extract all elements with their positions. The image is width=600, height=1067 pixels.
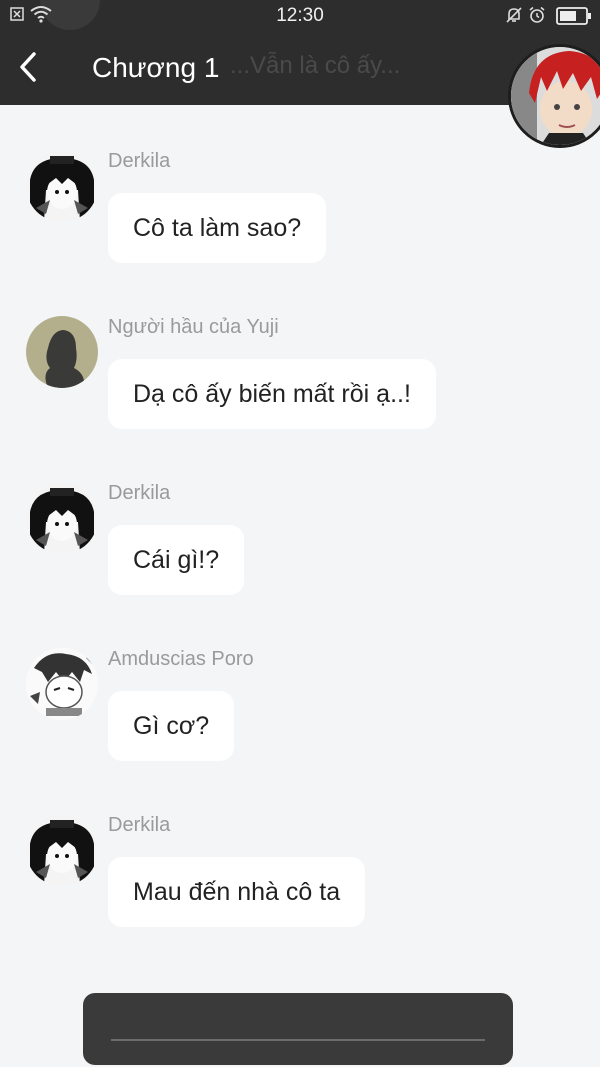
message-bubble[interactable]: Gì cơ? (108, 691, 235, 761)
silhouette-avatar-icon (26, 316, 98, 388)
message-item: Derkila Cô ta làm sao? (0, 105, 600, 263)
back-button[interactable] (14, 50, 42, 84)
message-item: Derkila Cái gì!? (0, 437, 600, 595)
derkila-avatar-icon (26, 814, 98, 886)
bell-off-icon (506, 7, 522, 23)
ghost-preview-text: ...Vẫn là cô ấy... (230, 52, 401, 79)
derkila-avatar-icon (26, 150, 98, 222)
sender-name: Derkila (108, 482, 171, 504)
message-item: Người hầu của Yuji Dạ cô ấy biến mất rồi… (0, 271, 600, 429)
battery-icon (556, 7, 591, 25)
status-bar: 12:30 (0, 0, 600, 32)
sender-name: Người hầu của Yuji (108, 316, 279, 338)
sender-avatar[interactable] (26, 648, 98, 720)
derkila-avatar-icon (26, 482, 98, 554)
sender-avatar[interactable] (26, 482, 98, 554)
message-bubble[interactable]: Mau đến nhà cô ta (108, 857, 366, 927)
sender-name: Derkila (108, 814, 171, 836)
alarm-icon (529, 6, 545, 23)
message-bubble[interactable]: Cái gì!? (108, 525, 245, 595)
reader-input-bar[interactable] (83, 993, 513, 1065)
red-hair-character-icon (511, 47, 600, 145)
sender-avatar[interactable] (26, 316, 98, 388)
sender-name: Amduscias Poro (108, 648, 254, 670)
chapter-title: Chương 1 (92, 52, 220, 83)
sender-avatar[interactable] (26, 150, 98, 222)
message-bubble[interactable]: Dạ cô ấy biến mất rồi ạ..! (108, 359, 436, 429)
amduscias-avatar-icon (26, 648, 98, 720)
sender-avatar[interactable] (26, 814, 98, 886)
message-item: Derkila Mau đến nhà cô ta (0, 769, 600, 927)
sender-name: Derkila (108, 150, 171, 172)
message-bubble[interactable]: Cô ta làm sao? (108, 193, 327, 263)
message-item: Amduscias Poro Gì cơ? (0, 603, 600, 761)
chevron-left-icon (20, 52, 36, 82)
input-underline (111, 1039, 485, 1041)
